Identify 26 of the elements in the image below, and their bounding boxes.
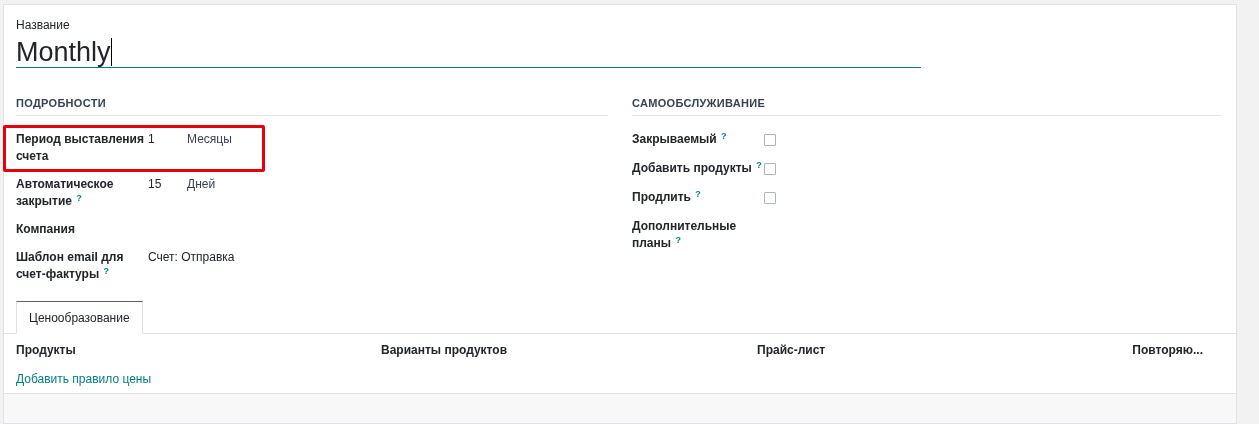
field-label: Дополнительные планы $^{?}$ bbox=[632, 218, 738, 252]
field-label: Название bbox=[16, 17, 71, 33]
column-header[interactable]: Прайс-лист bbox=[757, 343, 1003, 358]
checkbox[interactable] bbox=[764, 192, 776, 204]
name-input[interactable]: Monthly bbox=[16, 33, 921, 68]
section-title: ПОДРОБНОСТИ bbox=[16, 96, 608, 116]
section-title: САМООБСЛУЖИВАНИЕ bbox=[632, 96, 1222, 116]
field-label: Продлить $^{?}$ bbox=[632, 189, 702, 206]
field-value[interactable]: 1 bbox=[148, 131, 187, 165]
checkbox[interactable] bbox=[764, 163, 776, 175]
column-header[interactable]: Варианты продуктов bbox=[381, 343, 757, 358]
column-header[interactable]: Повторяю... bbox=[1003, 343, 1203, 358]
unit-value[interactable]: Месяцы bbox=[187, 131, 232, 165]
field-label: Период выставления счета bbox=[16, 131, 145, 165]
tab[interactable]: Ценообразование bbox=[16, 301, 143, 334]
field-label: Шаблон email для счет-фактуры $^{?}$ bbox=[16, 249, 125, 283]
field-value[interactable]: Счет: Отправка bbox=[148, 249, 235, 283]
field-label: Автоматическое закрытие $^{?}$ bbox=[16, 176, 115, 210]
column-header[interactable]: Продукты bbox=[16, 343, 381, 358]
field-label: Компания bbox=[16, 221, 76, 238]
checkbox[interactable] bbox=[764, 134, 776, 146]
unit-value[interactable]: Дней bbox=[187, 176, 216, 210]
add-price-rule-link[interactable]: Добавить правило цены bbox=[16, 372, 152, 386]
field-label: Закрываемый $^{?}$ bbox=[632, 131, 728, 148]
field-value[interactable]: 15 bbox=[148, 176, 187, 210]
field-label: Добавить продукты $^{?}$ bbox=[632, 160, 763, 177]
